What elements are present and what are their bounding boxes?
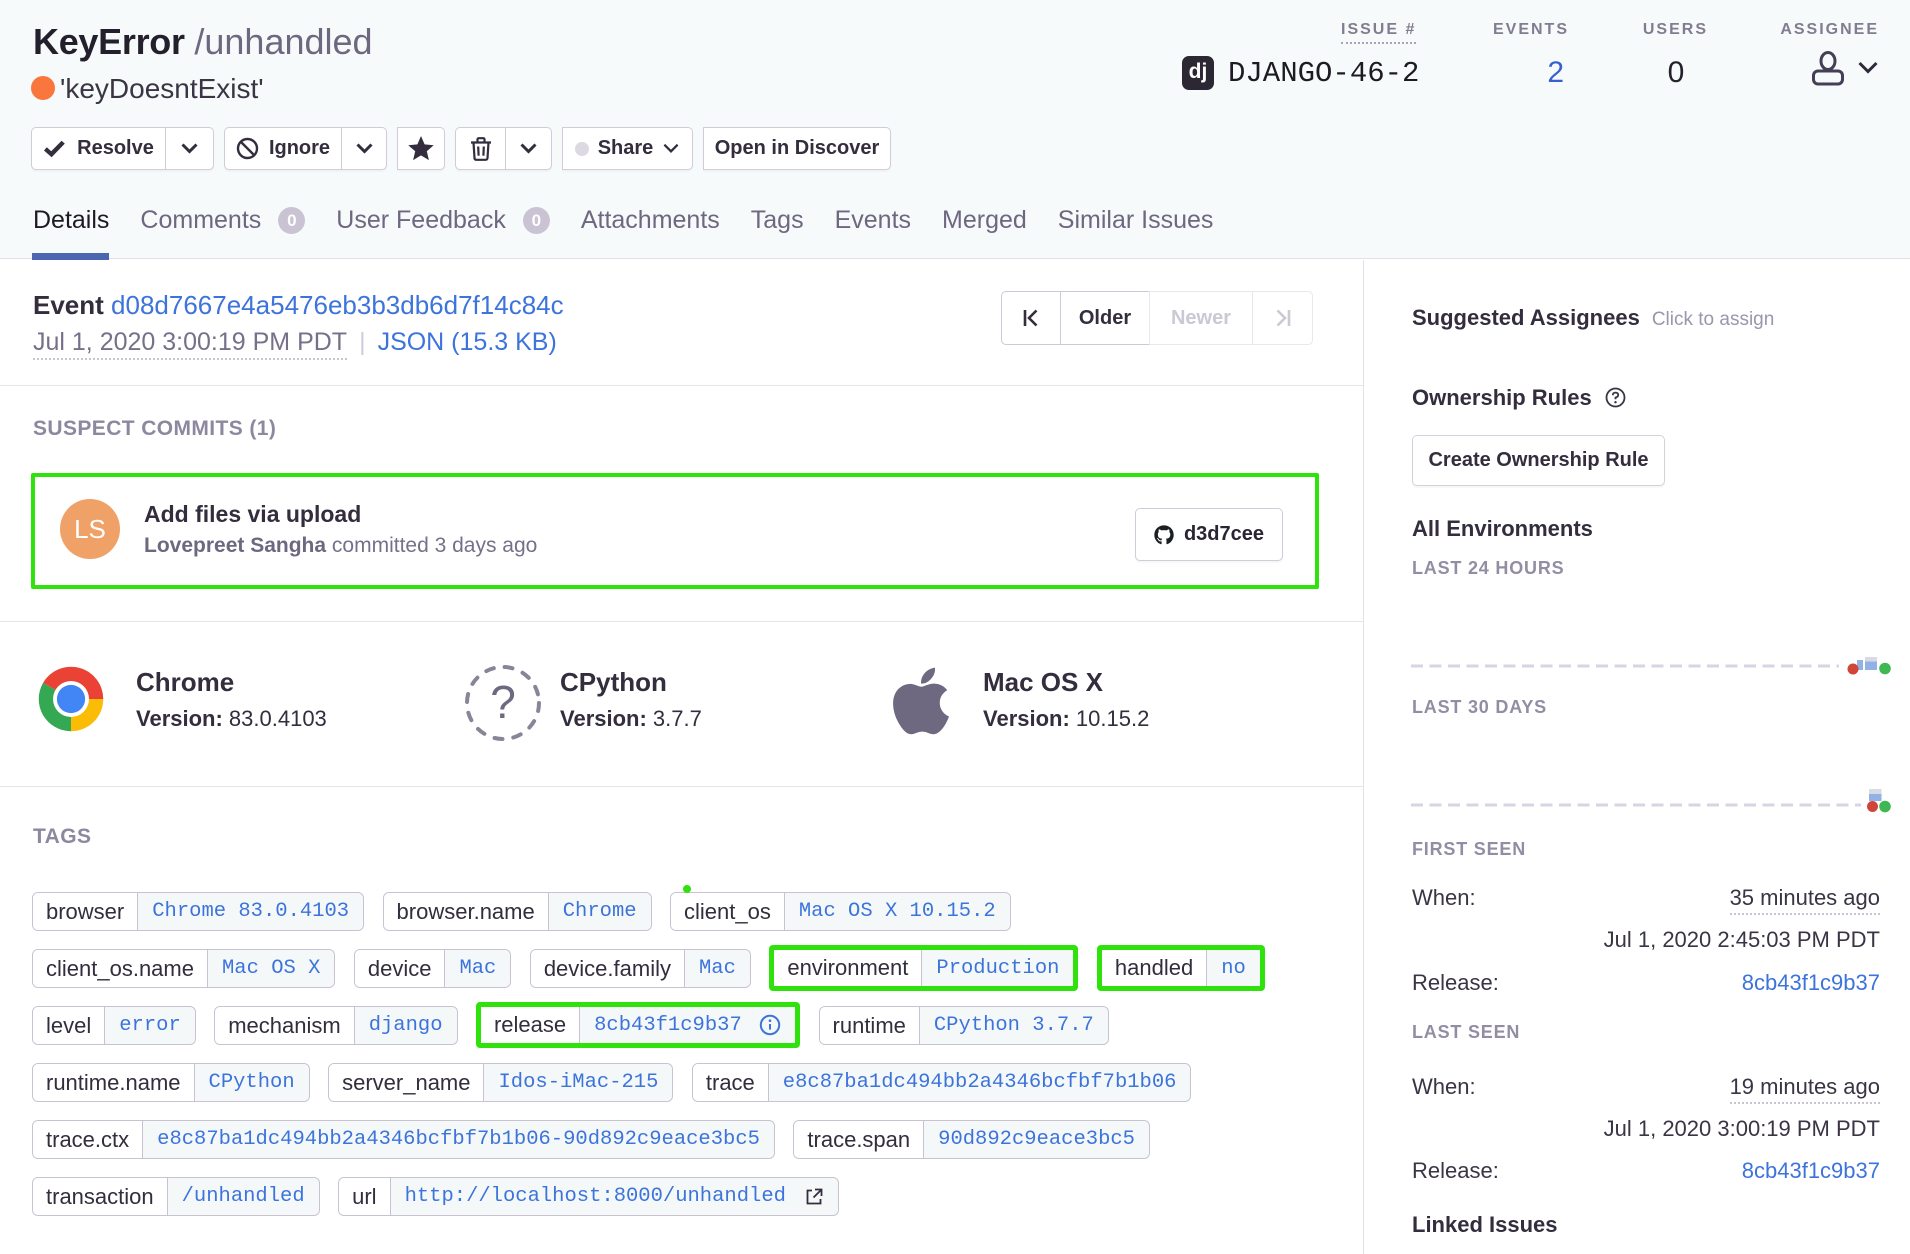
svg-text:?: ? — [490, 676, 516, 728]
